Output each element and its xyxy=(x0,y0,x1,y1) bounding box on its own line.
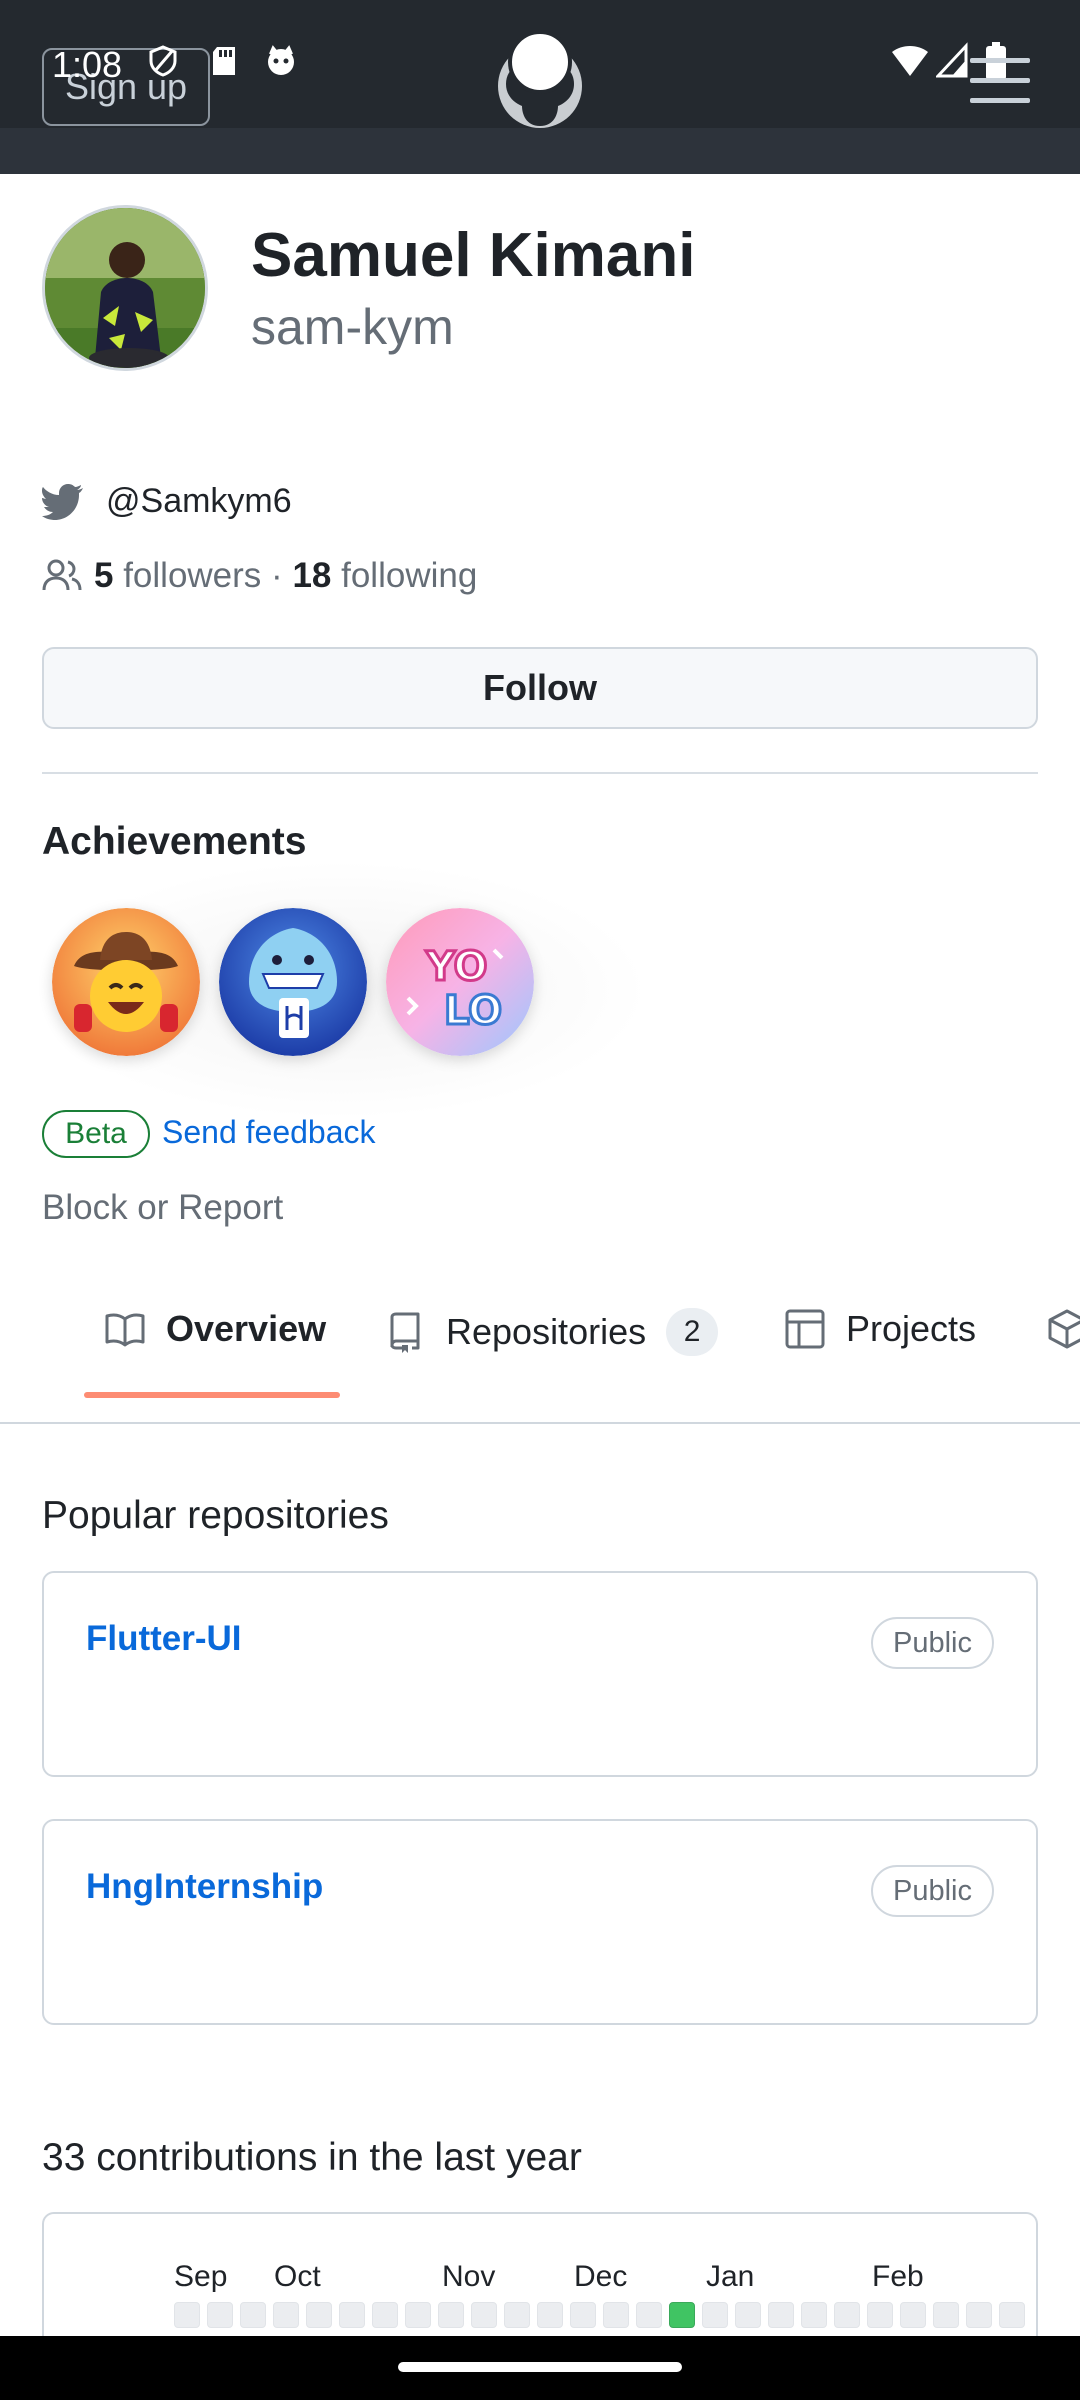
contribution-cell[interactable] xyxy=(570,2302,596,2328)
status-time: 1:08 xyxy=(52,44,123,85)
month-label: Oct xyxy=(274,2260,321,2293)
pull-shark-badge-icon[interactable] xyxy=(52,908,200,1056)
twitter-handle: @Samkym6 xyxy=(106,482,292,520)
svg-text:YO: YO xyxy=(425,944,488,990)
home-gesture-handle[interactable] xyxy=(398,2362,682,2372)
month-label: Sep xyxy=(174,2260,228,2293)
tabs-divider xyxy=(0,1422,1080,1424)
repo-link[interactable]: Flutter-UI xyxy=(86,1619,242,1659)
contribution-cell[interactable] xyxy=(306,2302,332,2328)
contribution-cell[interactable] xyxy=(636,2302,662,2328)
contribution-cell[interactable] xyxy=(372,2302,398,2328)
contribution-cell[interactable] xyxy=(768,2302,794,2328)
month-label: Jan xyxy=(706,2260,755,2293)
month-label: Feb xyxy=(872,2260,924,2293)
svg-text:LO: LO xyxy=(444,988,502,1034)
contribution-cell[interactable] xyxy=(405,2302,431,2328)
avatar-photo xyxy=(45,208,205,368)
hamburger-menu-icon[interactable] xyxy=(970,58,1030,104)
tab-overview[interactable]: Overview xyxy=(104,1308,326,1350)
contribution-cells xyxy=(174,2302,1025,2328)
yolo-badge-icon[interactable]: YO LO xyxy=(386,908,534,1056)
contribution-cell[interactable] xyxy=(273,2302,299,2328)
follow-stats: 5 followers · 18 following xyxy=(42,556,477,596)
profile-login: sam-kym xyxy=(251,299,454,355)
contribution-cell[interactable] xyxy=(339,2302,365,2328)
contribution-cell[interactable] xyxy=(801,2302,827,2328)
contribution-cell[interactable] xyxy=(999,2302,1025,2328)
cowboy-emoji-icon xyxy=(52,908,200,1056)
contribution-cell[interactable] xyxy=(471,2302,497,2328)
tab-projects[interactable]: Projects xyxy=(784,1308,976,1350)
contribution-cell[interactable] xyxy=(735,2302,761,2328)
contribution-cell[interactable] xyxy=(174,2302,200,2328)
following-count[interactable]: 18 xyxy=(292,556,331,596)
twitter-link[interactable]: @Samkym6 xyxy=(42,482,292,521)
shark-icon xyxy=(219,908,367,1056)
contribution-cell[interactable] xyxy=(603,2302,629,2328)
followers-count[interactable]: 5 xyxy=(94,556,113,596)
contribution-cell[interactable] xyxy=(207,2302,233,2328)
popular-repositories-title: Popular repositories xyxy=(42,1494,389,1537)
repo-icon xyxy=(390,1312,420,1353)
people-icon xyxy=(42,559,82,591)
contribution-cell[interactable] xyxy=(240,2302,266,2328)
block-or-report-link[interactable]: Block or Report xyxy=(42,1188,283,1228)
beta-badge: Beta xyxy=(42,1110,150,1158)
contribution-cell[interactable] xyxy=(834,2302,860,2328)
contribution-cell[interactable] xyxy=(933,2302,959,2328)
table-icon xyxy=(785,1309,825,1349)
contribution-cell[interactable] xyxy=(669,2302,695,2328)
shield-status-icon xyxy=(149,45,177,77)
contribution-cell[interactable] xyxy=(867,2302,893,2328)
repo-visibility-badge: Public xyxy=(871,1865,994,1917)
following-label[interactable]: following xyxy=(341,556,477,596)
repositories-count-badge: 2 xyxy=(666,1308,719,1356)
month-label: Dec xyxy=(574,2260,628,2293)
contribution-cell[interactable] xyxy=(702,2302,728,2328)
sd-card-icon xyxy=(213,47,235,75)
month-label: Nov xyxy=(442,2260,496,2293)
repo-card: Flutter-UI Public xyxy=(42,1571,1038,1777)
follow-separator: · xyxy=(271,556,283,595)
followers-label[interactable]: followers xyxy=(123,556,261,596)
contributions-title: 33 contributions in the last year xyxy=(42,2136,582,2179)
achievements-title: Achievements xyxy=(42,820,307,863)
divider xyxy=(42,772,1038,774)
contribution-cell[interactable] xyxy=(900,2302,926,2328)
send-feedback-link[interactable]: Send feedback xyxy=(162,1114,376,1151)
tab-selected-indicator xyxy=(84,1392,340,1398)
contribution-cell[interactable] xyxy=(537,2302,563,2328)
repo-card: HngInternship Public xyxy=(42,1819,1038,2025)
tab-repositories[interactable]: Repositories 2 xyxy=(384,1308,719,1356)
contribution-cell[interactable] xyxy=(504,2302,530,2328)
book-icon xyxy=(105,1313,145,1347)
follow-button[interactable]: Follow xyxy=(42,647,1038,729)
tab-repositories-label: Repositories xyxy=(446,1311,647,1352)
tab-projects-label: Projects xyxy=(846,1308,977,1349)
github-logo-icon[interactable] xyxy=(496,28,584,128)
header-subbar xyxy=(0,128,1080,174)
tab-packages[interactable] xyxy=(1046,1308,1080,1350)
wifi-icon xyxy=(892,46,928,76)
tab-overview-label: Overview xyxy=(166,1308,327,1349)
repo-link[interactable]: HngInternship xyxy=(86,1867,323,1907)
package-icon xyxy=(1048,1309,1080,1349)
cat-face-icon xyxy=(268,45,294,75)
twitter-icon xyxy=(42,483,83,520)
profile-tabs: Overview Repositories 2 Projects xyxy=(0,1290,1080,1424)
yolo-icon: YO LO xyxy=(386,908,534,1056)
cell-signal-icon xyxy=(936,42,968,78)
profile-name: Samuel Kimani xyxy=(251,221,696,290)
contribution-cell[interactable] xyxy=(438,2302,464,2328)
repo-visibility-badge: Public xyxy=(871,1617,994,1669)
contribution-cell[interactable] xyxy=(966,2302,992,2328)
avatar xyxy=(42,205,208,371)
quickdraw-badge-icon[interactable] xyxy=(219,908,367,1056)
